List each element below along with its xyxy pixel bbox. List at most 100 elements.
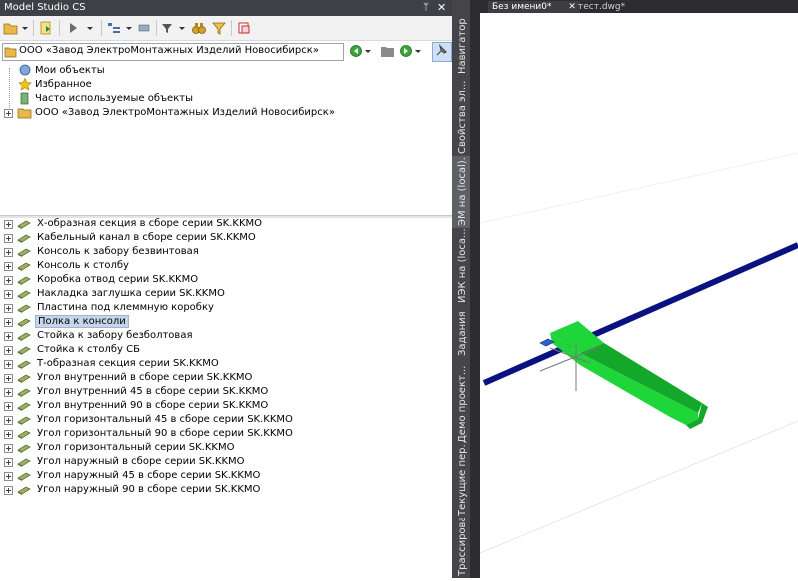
list-item[interactable]: Угол внутренний в сборе серии SK.KKMO [0,371,452,385]
tab-untitled[interactable]: Без имени0* ✕ [488,1,580,13]
expand-icon[interactable] [4,444,13,453]
expand-icon[interactable] [4,388,13,397]
expand-icon[interactable] [4,220,13,229]
list-item-label: Угол горизонтальный серии SK.KKMO [37,442,235,453]
list-item[interactable]: Стойка к забору безболтовая [0,329,452,343]
pin-button[interactable] [432,42,452,62]
grid-line [479,152,798,224]
list-item[interactable]: Пластина под клеммную коробку [0,301,452,315]
expand-icon[interactable] [4,416,13,425]
filter-button[interactable] [160,19,188,37]
tree-view-icon [108,23,132,33]
list-item[interactable]: Консоль к столбу [0,259,452,273]
expand-icon[interactable] [4,472,13,481]
side-tab[interactable]: Задания [452,305,470,358]
expand-icon[interactable] [4,374,13,383]
side-tab[interactable]: Свойства эл... [452,76,470,156]
forward-arrow-icon[interactable] [400,44,424,58]
console-shelf[interactable] [550,321,708,429]
list-item[interactable]: Стойка к столбу СБ [0,343,452,357]
expand-icon[interactable] [4,234,13,243]
expand-icon[interactable] [4,262,13,271]
expand-icon[interactable] [4,248,13,257]
expand-icon[interactable] [4,402,13,411]
close-icon[interactable]: ✕ [437,0,446,16]
list-item[interactable]: Угол горизонтальный 90 в сборе серии SK.… [0,427,452,441]
list-item-label: Накладка заглушка серии SK.KKMO [37,288,225,299]
list-item[interactable]: Угол наружный 45 в сборе серии SK.KKMO [0,469,452,483]
list-item[interactable]: Угол внутренний 45 в сборе серии SK.KKMO [0,385,452,399]
back-arrow-icon[interactable] [350,44,372,58]
list-item-label: Стойка к забору безболтовая [37,330,193,341]
search-button[interactable] [190,19,208,37]
tray-icon [17,444,31,453]
list-item[interactable]: Консоль к забору безвинтовая [0,245,452,259]
open-folder-icon [3,23,28,35]
filter-icon [162,24,185,33]
tree-view-button[interactable] [106,19,134,37]
list-item[interactable]: Накладка заглушка серии SK.KKMO [0,287,452,301]
side-tab[interactable]: Демо проект... [452,358,470,445]
list-item[interactable]: Т-образная секция серии SK.KKMO [0,357,452,371]
side-tab[interactable]: Трассирование [452,518,470,578]
layers-button[interactable] [235,19,253,37]
expand-icon[interactable] [4,346,13,355]
play-button[interactable] [66,19,96,37]
path-field[interactable]: ООО «Завод ЭлектроМонтажных Изделий Ново… [2,43,344,61]
expand-icon[interactable] [4,290,13,299]
binoculars-icon [192,23,206,34]
pin-icon[interactable]: ᛘ [423,0,429,16]
list-item-label: Угол внутренний в сборе серии SK.KKMO [37,372,253,383]
cable-pipe[interactable] [482,242,798,386]
expand-icon[interactable] [4,360,13,369]
side-tab-label: Задания [457,311,468,356]
side-tab[interactable]: Навигатор [452,18,470,76]
list-item[interactable]: Полка к консоли [0,315,452,329]
folder-icon[interactable] [380,44,396,58]
list-item[interactable]: Угол внутренний 90 в сборе серии SK.KKMO [0,399,452,413]
folder-icon [17,108,32,119]
list-item-label: Угол наружный 90 в сборе серии SK.KKMO [37,484,261,495]
expand-icon[interactable] [4,458,13,467]
list-icon [138,24,150,32]
list-button[interactable] [136,19,152,37]
import-button[interactable] [37,19,55,37]
list-item[interactable]: Угол горизонтальный серии SK.KKMO [0,441,452,455]
expand-icon[interactable] [4,109,13,118]
list-item[interactable]: Угол горизонтальный 45 в сборе серии SK.… [0,413,452,427]
list-item-label: Консоль к забору безвинтовая [37,246,199,257]
list-item[interactable]: Угол наружный 90 в сборе серии SK.KKMO [0,483,452,497]
open-folder-button[interactable] [2,19,30,37]
funnel-button[interactable] [210,19,228,37]
side-tab[interactable]: ЭМ на (local)... [452,156,470,228]
side-tab[interactable]: ИЭК на (loca... [452,228,470,305]
tray-icon [17,248,31,257]
tray-icon [17,346,31,355]
side-tab-label: Текущие пер... [457,445,468,516]
panel-title-bar: Model Studio CS ᛘ ✕ [0,0,452,16]
play-icon [70,23,93,33]
expand-icon[interactable] [4,276,13,285]
list-item[interactable]: Х-образная секция в сборе серии SK.KKMO [0,217,452,231]
folder-icon [4,47,17,58]
tray-icon [17,262,31,271]
list-item-label: Коробка отвод серии SK.KKMO [37,274,199,285]
3d-viewport[interactable] [479,13,798,578]
list-item-label: Т-образная секция серии SK.KKMO [37,358,219,369]
list-item-label: Угол горизонтальный 90 в сборе серии SK.… [37,428,293,439]
list-item-label: Угол наружный 45 в сборе серии SK.KKMO [37,470,261,481]
list-item[interactable]: Угол наружный в сборе серии SK.KKMO [0,455,452,469]
expand-icon[interactable] [4,304,13,313]
side-tab[interactable]: Текущие пер... [452,445,470,518]
tab-test-dwg[interactable]: тест.dwg* [574,1,629,13]
expand-icon[interactable] [4,332,13,341]
tray-icon [17,220,31,229]
expand-icon[interactable] [4,318,13,327]
list-item-label: Стойка к столбу СБ [37,344,140,355]
grid-line [479,420,798,554]
list-item[interactable]: Кабельный канал в сборе серии SK.KKMO [0,231,452,245]
expand-icon[interactable] [4,430,13,439]
expand-icon[interactable] [4,486,13,495]
list-item[interactable]: Коробка отвод серии SK.KKMO [0,273,452,287]
side-tab-strip: Навигатор Свойства эл... ЭМ на (local)... И… [452,0,470,578]
